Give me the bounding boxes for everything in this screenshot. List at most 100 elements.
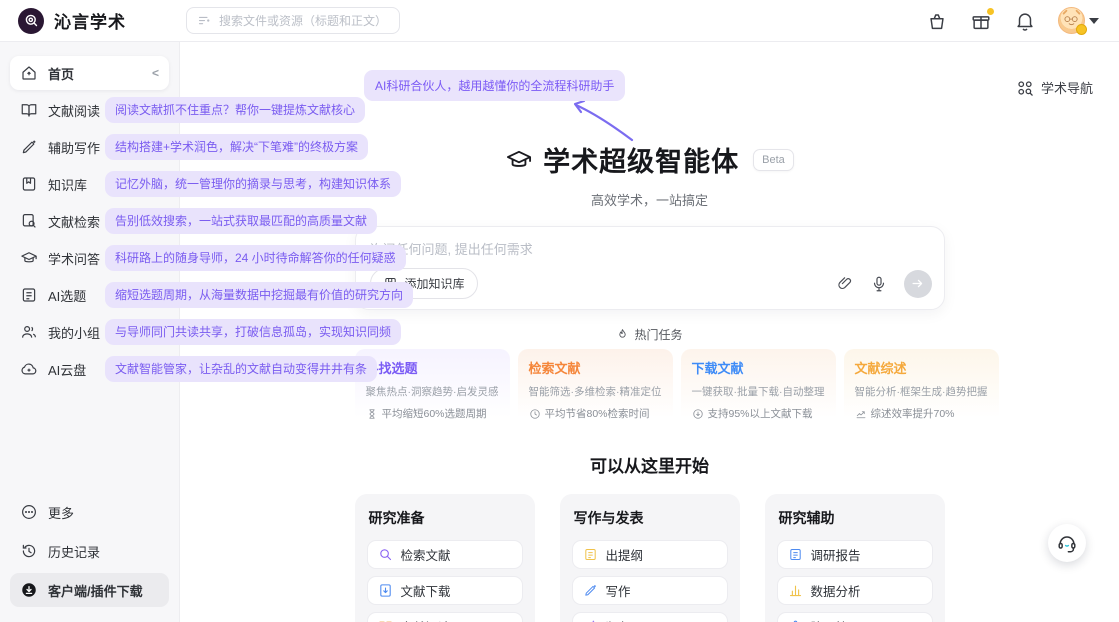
sidebar-item-label: 我的小组 bbox=[48, 323, 100, 342]
brand: 沁言学术 bbox=[0, 8, 180, 34]
attachment-paperclip-icon[interactable] bbox=[836, 275, 854, 293]
document-list-icon bbox=[583, 547, 598, 562]
sidebar-item-label: 客户端/插件下载 bbox=[48, 581, 143, 600]
start-item-data-analysis[interactable]: 数据分析 bbox=[777, 576, 933, 605]
sidebar-item-client-download[interactable]: 客户端/插件下载 bbox=[10, 573, 169, 607]
sidebar-item-more[interactable]: 更多 bbox=[10, 495, 169, 529]
report-document-icon bbox=[788, 547, 803, 562]
sidebar-item-label: 辅助写作 bbox=[48, 138, 100, 157]
sidebar-item-label: 文献检索 bbox=[48, 212, 100, 231]
sidebar-item-label: 知识库 bbox=[48, 175, 87, 194]
user-menu[interactable] bbox=[1058, 7, 1099, 34]
sidebar-item-label: AI选题 bbox=[48, 286, 86, 305]
task-card-find-topic[interactable]: 寻找选题 聚焦热点·洞察趋势·启发灵感 平均缩短60%选题周期 bbox=[355, 349, 510, 430]
document-list-icon bbox=[20, 286, 38, 304]
pencil-icon bbox=[583, 583, 598, 598]
pen-icon bbox=[20, 138, 38, 156]
start-item-search-literature[interactable]: 检索文献 bbox=[367, 540, 523, 569]
start-columns: 研究准备 检索文献 文献下载 文献阅读 选题 写作与发表 出提纲 写作 润色 bbox=[355, 494, 945, 622]
notifications-bell-icon[interactable] bbox=[1014, 10, 1036, 32]
workspace-bag-icon[interactable] bbox=[926, 10, 948, 32]
start-item-outline[interactable]: 出提纲 bbox=[572, 540, 728, 569]
more-circle-icon bbox=[20, 503, 38, 521]
chat-input[interactable] bbox=[370, 242, 930, 257]
sidebar-item-ai-cloud-drive[interactable]: AI云盘 文献智能管家，让杂乱的文献自动变得井井有条 bbox=[10, 352, 169, 386]
sidebar: 首页 < 文献阅读 阅读文献抓不住重点？帮你一键提炼文献核心 辅助写作 结构搭建… bbox=[0, 42, 180, 622]
hot-tasks-heading: 热门任务 bbox=[355, 326, 945, 343]
start-item-literature-download[interactable]: 文献下载 bbox=[367, 576, 523, 605]
sidebar-item-label: 首页 bbox=[48, 64, 74, 83]
notebook-icon bbox=[383, 276, 398, 291]
grid-search-icon bbox=[1016, 79, 1034, 97]
add-knowledge-base-button[interactable]: 添加知识库 bbox=[370, 268, 478, 299]
academic-navigation-link[interactable]: 学术导航 bbox=[1016, 78, 1093, 97]
chat-composer[interactable]: 添加知识库 bbox=[355, 226, 945, 310]
sidebar-item-writing-assist[interactable]: 辅助写作 结构搭建+学术润色，解决“下笔难”的终极方案 bbox=[10, 130, 169, 164]
hot-task-cards: 寻找选题 聚焦热点·洞察趋势·启发灵感 平均缩短60%选题周期 检索文献 智能筛… bbox=[355, 349, 945, 430]
sidebar-item-literature-reading[interactable]: 文献阅读 阅读文献抓不住重点？帮你一键提炼文献核心 bbox=[10, 93, 169, 127]
graduation-cap-icon bbox=[20, 249, 38, 267]
graduation-cap-icon bbox=[505, 146, 533, 174]
start-item-polishing[interactable]: 润色 bbox=[572, 612, 728, 622]
document-search-icon bbox=[20, 212, 38, 230]
start-item-mindmap[interactable]: 脑图梳理 bbox=[777, 612, 933, 622]
page-subtitle: 高效学术，一站搞定 bbox=[355, 190, 945, 209]
search-icon bbox=[378, 547, 393, 562]
filter-icon bbox=[197, 13, 212, 28]
beta-badge: Beta bbox=[753, 149, 794, 171]
users-icon bbox=[20, 323, 38, 341]
headset-icon bbox=[1056, 532, 1078, 554]
download-circle-filled-icon bbox=[20, 581, 38, 599]
search-input[interactable] bbox=[219, 14, 389, 28]
avatar-coin-badge bbox=[1076, 24, 1087, 35]
sidebar-item-history[interactable]: 历史记录 bbox=[10, 534, 169, 568]
document-download-icon bbox=[378, 583, 393, 598]
sidebar-item-literature-search[interactable]: 文献检索 告别低效搜索，一站式获取最匹配的高质量文献 bbox=[10, 204, 169, 238]
start-item-writing[interactable]: 写作 bbox=[572, 576, 728, 605]
cloud-icon bbox=[20, 360, 38, 378]
hourglass-icon bbox=[366, 408, 378, 420]
collapse-sidebar-button[interactable]: < bbox=[152, 66, 159, 80]
sidebar-item-home[interactable]: 首页 < bbox=[10, 56, 169, 90]
task-card-download-literature[interactable]: 下载文献 一键获取·批量下载·自动整理 支持95%以上文献下载 bbox=[681, 349, 836, 430]
start-column-research-prep: 研究准备 检索文献 文献下载 文献阅读 选题 bbox=[355, 494, 535, 622]
home-icon bbox=[20, 64, 38, 82]
sidebar-item-my-groups[interactable]: 我的小组 与导师同门共读共享，打破信息孤岛，实现知识同频 bbox=[10, 315, 169, 349]
start-item-literature-reading[interactable]: 文献阅读 bbox=[367, 612, 523, 622]
book-open-icon bbox=[20, 101, 38, 119]
sidebar-item-academic-qa[interactable]: 学术问答 科研路上的随身导师，24 小时待命解答你的任何疑惑 bbox=[10, 241, 169, 275]
start-column-research-assist: 研究辅助 调研报告 数据分析 脑图梳理 研究设计 bbox=[765, 494, 945, 622]
top-bar: 沁言学术 bbox=[0, 0, 1119, 42]
global-search[interactable] bbox=[186, 7, 400, 34]
sidebar-item-label: 更多 bbox=[48, 503, 74, 522]
chevron-down-icon bbox=[1089, 18, 1099, 24]
task-card-search-literature[interactable]: 检索文献 智能筛选·多维检索·精准定位 平均节省80%检索时间 bbox=[518, 349, 673, 430]
brand-name: 沁言学术 bbox=[54, 8, 126, 33]
arrow-right-icon bbox=[910, 276, 925, 291]
promo-badge: AI科研合伙人，越用越懂你的全流程科研助手 bbox=[364, 70, 625, 101]
send-button[interactable] bbox=[904, 270, 932, 298]
task-card-literature-review[interactable]: 文献综述 智能分析·框架生成·趋势把握 综述效率提升70% bbox=[844, 349, 999, 430]
gift-icon[interactable] bbox=[970, 10, 992, 32]
app-logo-icon bbox=[18, 8, 44, 34]
sidebar-item-knowledge-base[interactable]: 知识库 记忆外脑，统一管理你的摘录与思考，构建知识体系 bbox=[10, 167, 169, 201]
sidebar-item-label: 历史记录 bbox=[48, 542, 100, 561]
notebook-icon bbox=[20, 175, 38, 193]
promo-arrow-decoration bbox=[560, 94, 650, 154]
download-circle-icon bbox=[692, 408, 704, 420]
microphone-icon[interactable] bbox=[870, 275, 888, 293]
main-content: AI科研合伙人，越用越懂你的全流程科研助手 学术导航 学术超级智能体 Beta … bbox=[180, 42, 1119, 622]
start-item-research-report[interactable]: 调研报告 bbox=[777, 540, 933, 569]
sidebar-item-label: AI云盘 bbox=[48, 360, 86, 379]
start-heading: 可以从这里开始 bbox=[355, 452, 945, 477]
bar-chart-icon bbox=[788, 583, 803, 598]
avatar[interactable] bbox=[1058, 7, 1085, 34]
clock-icon bbox=[529, 408, 541, 420]
sidebar-item-label: 学术问答 bbox=[48, 249, 100, 268]
sidebar-item-ai-topic[interactable]: AI选题 缩短选题周期，从海量数据中挖掘最有价值的研究方向 bbox=[10, 278, 169, 312]
gift-notification-dot bbox=[987, 8, 994, 15]
app-window: 沁言学术 首页 < 文献阅读 bbox=[0, 0, 1119, 622]
history-clock-icon bbox=[20, 542, 38, 560]
customer-support-button[interactable] bbox=[1048, 524, 1086, 562]
start-column-writing-publishing: 写作与发表 出提纲 写作 润色 翻译 bbox=[560, 494, 740, 622]
